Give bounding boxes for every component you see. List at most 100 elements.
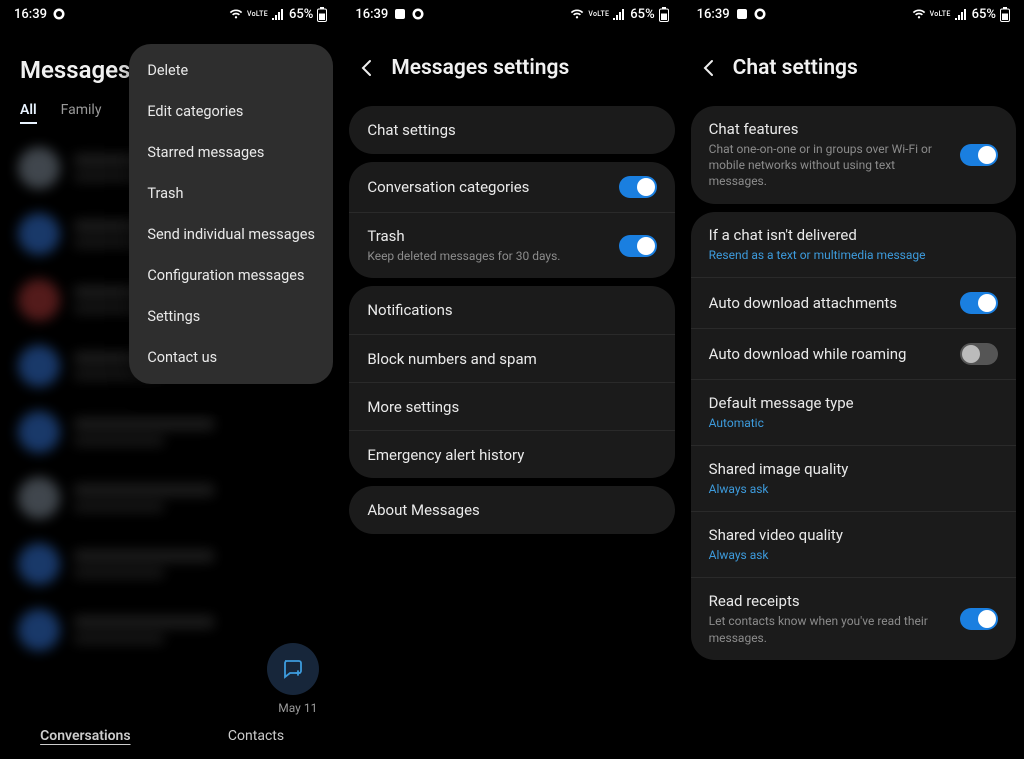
menu-contact-us[interactable]: Contact us: [129, 337, 333, 378]
status-bar: 16:39 VoLTE 65%: [341, 0, 682, 28]
row-read-receipts[interactable]: Read receipts Let contacts know when you…: [691, 577, 1016, 659]
row-label: Block numbers and spam: [367, 350, 646, 368]
row-label: Conversation categories: [367, 178, 608, 196]
row-block-spam[interactable]: Block numbers and spam: [349, 334, 674, 382]
page-title: Messages settings: [391, 56, 569, 80]
toggle-read-receipts[interactable]: [960, 608, 998, 630]
row-video-quality[interactable]: Shared video quality Always ask: [691, 511, 1016, 577]
row-label: More settings: [367, 398, 646, 416]
compose-icon: [281, 657, 305, 681]
phone-messages: 16:39 VoLTE 65% Messages: [0, 0, 341, 759]
tab-family[interactable]: Family: [61, 102, 102, 124]
row-label: Read receipts: [709, 592, 950, 610]
battery-icon: [1000, 7, 1010, 22]
toggle-chat-features[interactable]: [960, 144, 998, 166]
avatar: [18, 213, 60, 255]
row-image-quality[interactable]: Shared image quality Always ask: [691, 445, 1016, 511]
battery-icon: [317, 7, 327, 22]
chevron-left-icon: [700, 59, 718, 77]
list-item[interactable]: [0, 465, 341, 531]
menu-delete[interactable]: Delete: [129, 50, 333, 91]
wifi-icon: [229, 8, 243, 20]
toggle-auto-download[interactable]: [960, 292, 998, 314]
list-item[interactable]: [0, 531, 341, 597]
avatar: [18, 543, 60, 585]
row-label: Chat settings: [367, 121, 646, 139]
tab-all[interactable]: All: [20, 102, 37, 124]
settings-group-general: Notifications Block numbers and spam Mor…: [349, 286, 674, 478]
toggle-conversation-categories[interactable]: [619, 176, 657, 198]
compose-fab[interactable]: [267, 643, 319, 695]
settings-group-chat: Chat settings: [349, 106, 674, 154]
avatar: [18, 477, 60, 519]
row-label: Default message type: [709, 394, 988, 412]
row-label: Emergency alert history: [367, 446, 646, 464]
row-label: Auto download while roaming: [709, 345, 950, 363]
row-sublabel: Always ask: [709, 547, 988, 563]
bottom-nav: Conversations Contacts: [0, 713, 341, 759]
toggle-trash[interactable]: [619, 235, 657, 257]
status-time: 16:39: [14, 7, 47, 22]
row-label: Notifications: [367, 301, 646, 319]
avatar: [18, 279, 60, 321]
row-sublabel: Resend as a text or multimedia message: [709, 247, 988, 263]
row-more-settings[interactable]: More settings: [349, 382, 674, 430]
row-default-msg-type[interactable]: Default message type Automatic: [691, 379, 1016, 445]
menu-settings[interactable]: Settings: [129, 296, 333, 337]
row-chat-settings[interactable]: Chat settings: [349, 106, 674, 154]
row-label: Shared video quality: [709, 526, 988, 544]
phone-chat-settings: 16:39 VoLTE 65% Chat settings Chat featu…: [683, 0, 1024, 759]
page-title: Chat settings: [733, 56, 858, 80]
row-not-delivered[interactable]: If a chat isn't delivered Resend as a te…: [691, 212, 1016, 277]
settings-group-conversation: Conversation categories Trash Keep delet…: [349, 162, 674, 278]
row-sublabel: Let contacts know when you've read their…: [709, 613, 950, 645]
menu-edit-categories[interactable]: Edit categories: [129, 91, 333, 132]
bottom-tab-contacts[interactable]: Contacts: [171, 728, 342, 744]
back-button[interactable]: [699, 58, 719, 78]
signal-icon: [955, 9, 968, 20]
status-bar: 16:39 VoLTE 65%: [683, 0, 1024, 28]
status-battery-pct: 65%: [972, 7, 996, 22]
row-label: Chat features: [709, 120, 950, 138]
row-notifications[interactable]: Notifications: [349, 286, 674, 334]
row-label: Auto download attachments: [709, 294, 950, 312]
settings-group-about: About Messages: [349, 486, 674, 534]
app-indicator-icon: [412, 8, 424, 20]
row-trash[interactable]: Trash Keep deleted messages for 30 days.: [349, 212, 674, 278]
row-auto-download[interactable]: Auto download attachments: [691, 277, 1016, 328]
list-item[interactable]: [0, 399, 341, 465]
back-button[interactable]: [357, 58, 377, 78]
row-chat-features[interactable]: Chat features Chat one-on-one or in grou…: [691, 106, 1016, 204]
network-type-icon: VoLTE: [247, 11, 268, 18]
battery-icon: [659, 7, 669, 22]
row-label: If a chat isn't delivered: [709, 226, 988, 244]
overflow-menu: Delete Edit categories Starred messages …: [129, 44, 333, 384]
row-sublabel: Keep deleted messages for 30 days.: [367, 248, 608, 264]
network-type-icon: VoLTE: [588, 11, 609, 18]
gallery-indicator-icon: [736, 8, 748, 20]
menu-trash[interactable]: Trash: [129, 173, 333, 214]
row-about-messages[interactable]: About Messages: [349, 486, 674, 534]
avatar: [18, 411, 60, 453]
app-indicator-icon: [53, 8, 65, 20]
menu-send-individual[interactable]: Send individual messages: [129, 214, 333, 255]
bottom-tab-conversations[interactable]: Conversations: [0, 728, 171, 744]
status-time: 16:39: [355, 7, 388, 22]
row-label: Shared image quality: [709, 460, 988, 478]
row-conversation-categories[interactable]: Conversation categories: [349, 162, 674, 212]
menu-configuration[interactable]: Configuration messages: [129, 255, 333, 296]
app-indicator-icon: [754, 8, 766, 20]
wifi-icon: [570, 8, 584, 20]
row-sublabel: Always ask: [709, 481, 988, 497]
chat-options-group: If a chat isn't delivered Resend as a te…: [691, 212, 1016, 660]
avatar: [18, 345, 60, 387]
row-label: Trash: [367, 227, 608, 245]
phone-messages-settings: 16:39 VoLTE 65% Messages settings: [341, 0, 682, 759]
menu-starred[interactable]: Starred messages: [129, 132, 333, 173]
row-auto-download-roaming[interactable]: Auto download while roaming: [691, 328, 1016, 379]
status-battery-pct: 65%: [630, 7, 654, 22]
signal-icon: [272, 9, 285, 20]
avatar: [18, 147, 60, 189]
row-emergency-alerts[interactable]: Emergency alert history: [349, 430, 674, 478]
toggle-auto-download-roaming[interactable]: [960, 343, 998, 365]
